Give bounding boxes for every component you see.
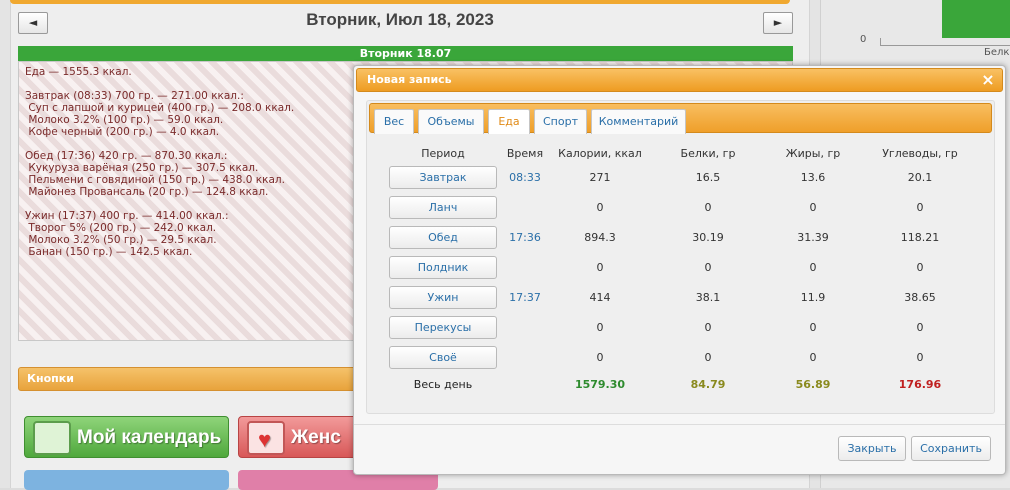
row-protein: 0	[704, 351, 712, 364]
row-protein: 0	[704, 261, 712, 274]
tab-weight[interactable]: Вес	[374, 109, 414, 134]
chart-bar	[942, 0, 1010, 38]
row-protein: 0	[704, 201, 712, 214]
total-protein: 84.79	[690, 378, 726, 391]
row-fat: 0	[809, 321, 817, 334]
row-protein: 30.19	[692, 231, 724, 244]
tab-food[interactable]: Еда	[488, 109, 530, 134]
chart-axis-label: Белки	[984, 47, 1010, 58]
row-calories: 414	[589, 291, 611, 304]
row-protein: 38.1	[695, 291, 721, 304]
total-carbs: 176.96	[898, 378, 942, 391]
period-button[interactable]: Ланч	[389, 196, 497, 219]
header-calories: Калории, ккал	[558, 147, 642, 160]
row-calories: 0	[596, 321, 604, 334]
dialog-title: Новая запись	[367, 73, 452, 86]
row-time[interactable]: 17:36	[502, 231, 548, 245]
header-protein: Белки, гр	[680, 147, 736, 160]
row-carbs: 20.1	[907, 171, 933, 184]
row-calories: 0	[596, 201, 604, 214]
row-time	[502, 201, 548, 215]
save-button[interactable]: Сохранить	[911, 436, 991, 461]
row-time[interactable]: 08:33	[502, 171, 548, 185]
header-period: Период	[421, 147, 465, 160]
row-carbs: 0	[916, 351, 924, 364]
tab-comment[interactable]: Комментарий	[591, 109, 686, 134]
top-orange-strip	[10, 0, 790, 4]
heart-icon	[247, 419, 285, 457]
dialog-titlebar[interactable]: Новая запись ×	[356, 68, 1003, 92]
header-carbs: Углеводы, гр	[882, 147, 958, 160]
row-carbs: 0	[916, 201, 924, 214]
date-title: Вторник, Июл 18, 2023	[306, 10, 494, 29]
row-carbs: 118.21	[900, 231, 940, 244]
chart-axis-zero: 0	[860, 34, 867, 45]
period-button[interactable]: Ужин	[389, 286, 497, 309]
row-calories: 271	[589, 171, 611, 184]
header-time: Время	[506, 147, 544, 160]
period-button[interactable]: Своё	[389, 346, 497, 369]
next-day-button[interactable]: ►	[763, 12, 793, 34]
row-calories: 0	[596, 261, 604, 274]
chart-axis	[880, 38, 1010, 46]
tab-volumes[interactable]: Объемы	[418, 109, 484, 134]
day-header-bar: Вторник 18.07	[18, 46, 793, 61]
row-time	[502, 351, 548, 365]
row-calories: 0	[596, 351, 604, 364]
row-fat: 0	[809, 201, 817, 214]
row-fat: 0	[809, 261, 817, 274]
row-protein: 0	[704, 321, 712, 334]
row-protein: 16.5	[695, 171, 721, 184]
total-calories: 1579.30	[574, 378, 626, 391]
row-fat: 11.9	[800, 291, 826, 304]
header-fat: Жиры, гр	[785, 147, 841, 160]
period-button[interactable]: Обед	[389, 226, 497, 249]
row-time[interactable]: 17:37	[502, 291, 548, 305]
total-fat: 56.89	[795, 378, 831, 391]
row-time	[502, 261, 548, 275]
row-fat: 13.6	[800, 171, 826, 184]
total-label: Весь день	[413, 378, 473, 391]
close-icon[interactable]: ×	[980, 70, 996, 90]
period-button[interactable]: Перекусы	[389, 316, 497, 339]
row-fat: 31.39	[797, 231, 829, 244]
period-button[interactable]: Полдник	[389, 256, 497, 279]
row-time	[502, 321, 548, 335]
close-button[interactable]: Закрыть	[838, 436, 906, 461]
row-carbs: 0	[916, 261, 924, 274]
dialog-footer-divider	[354, 424, 1005, 425]
tab-sport[interactable]: Спорт	[534, 109, 587, 134]
tab-bar: Вес Объемы Еда Спорт Комментарий	[369, 103, 992, 134]
my-calendar-label: Мой календарь	[77, 427, 222, 448]
my-calendar-button[interactable]: Мой календарь	[24, 416, 229, 458]
row-calories: 894.3	[584, 231, 616, 244]
bottom-button-1[interactable]	[24, 470, 229, 490]
row-fat: 0	[809, 351, 817, 364]
calendar-icon	[33, 421, 71, 455]
row-carbs: 0	[916, 321, 924, 334]
row-carbs: 38.65	[904, 291, 936, 304]
period-button[interactable]: Завтрак	[389, 166, 497, 189]
women-section-label: Женс	[291, 427, 341, 448]
new-entry-dialog: Новая запись × Вес Объемы Еда Спорт Комм…	[353, 65, 1006, 475]
